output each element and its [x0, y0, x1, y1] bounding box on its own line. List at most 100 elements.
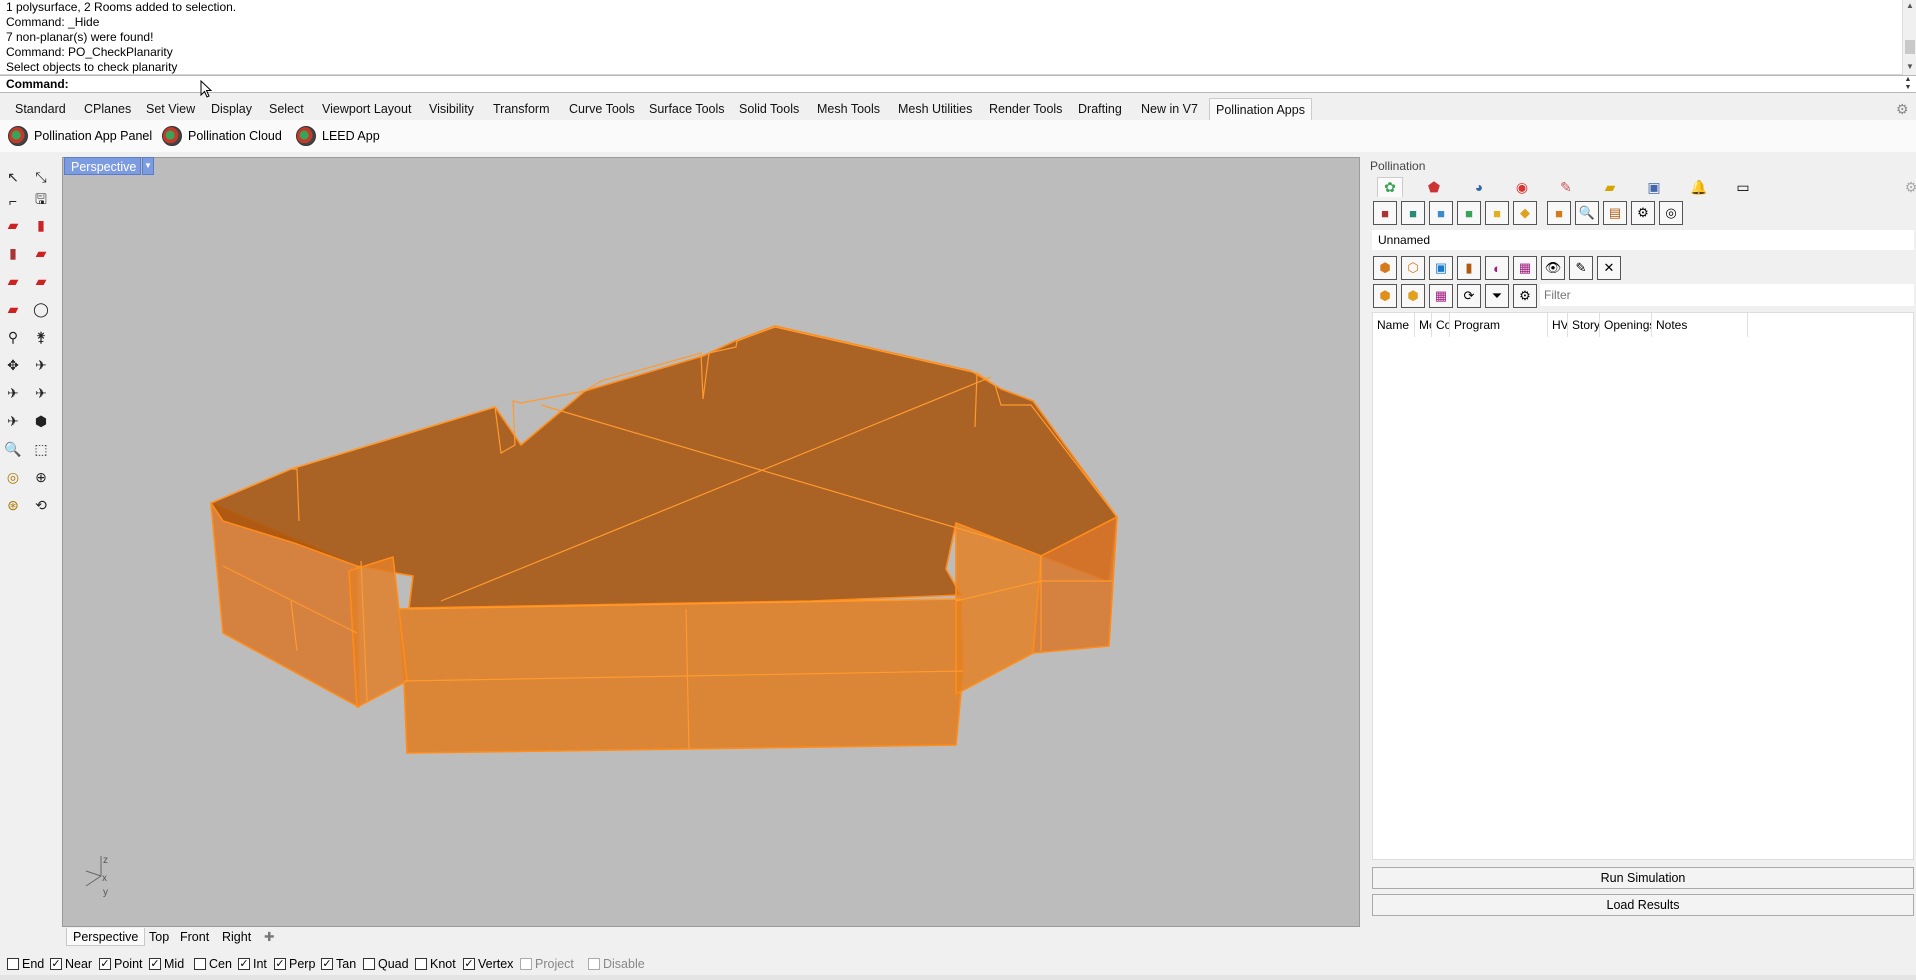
render-car-icon[interactable]: ▰ [2, 298, 24, 320]
viewport-tab-right[interactable]: Right [216, 928, 257, 946]
osnap-checkbox[interactable] [415, 958, 427, 970]
polyline-icon[interactable]: ⌐ [2, 190, 24, 212]
column-header-hvac[interactable]: HV [1548, 313, 1568, 337]
add-door-icon[interactable]: ▮ [1457, 256, 1481, 280]
airplane-icon[interactable]: ✈ [30, 382, 52, 404]
osnap-perp[interactable]: ✓ Perp [274, 956, 315, 972]
shade-icon[interactable]: ■ [1429, 201, 1453, 225]
render-car-icon[interactable]: ▮ [2, 242, 24, 264]
validate-icon[interactable]: 🔍 [1575, 201, 1599, 225]
osnap-checkbox[interactable]: ✓ [149, 958, 161, 970]
osnap-checkbox[interactable]: ✓ [50, 958, 62, 970]
osnap-int[interactable]: ✓ Int [238, 956, 267, 972]
column-header-name[interactable]: Name [1373, 313, 1415, 337]
construction-icon[interactable]: ■ [1457, 201, 1481, 225]
model-icon[interactable]: ■ [1547, 201, 1571, 225]
tab-pollination-apps[interactable]: Pollination Apps [1209, 98, 1312, 120]
pollination-cloud-button[interactable]: Pollination Cloud [162, 124, 282, 148]
visibility-icon[interactable]: 👁 [1541, 256, 1565, 280]
sphere-icon[interactable]: ◯ [30, 298, 52, 320]
osnap-checkbox[interactable]: ✓ [238, 958, 250, 970]
refresh-icon[interactable]: ⟳ [1457, 284, 1481, 308]
settings-icon[interactable]: ⚙ [1631, 201, 1655, 225]
osnap-knot[interactable]: Knot [415, 956, 456, 972]
zoom-window-icon[interactable]: ⬚ [30, 438, 52, 460]
globe-icon[interactable]: ◕ [1466, 177, 1492, 197]
zoom-selected-icon[interactable]: ◎ [2, 466, 24, 488]
filter-icon[interactable]: ⏷ [1485, 284, 1509, 308]
tab-mesh-tools[interactable]: Mesh Tools [811, 98, 886, 120]
viewport-tab-front[interactable]: Front [174, 928, 215, 946]
aperture-icon[interactable]: ■ [1401, 201, 1425, 225]
osnap-tan[interactable]: ✓ Tan [321, 956, 356, 972]
model-name-field[interactable]: Unnamed [1372, 230, 1914, 250]
room-outline-icon[interactable]: ⬢ [1401, 284, 1425, 308]
add-aperture-icon[interactable]: ▣ [1429, 256, 1453, 280]
tab-set-view[interactable]: Set View [140, 98, 201, 120]
command-line[interactable]: Command: ▲ ▼ [0, 75, 1916, 93]
osnap-vertex[interactable]: ✓ Vertex [463, 956, 513, 972]
add-viewport-icon[interactable]: ✚ [258, 928, 280, 946]
osnap-checkbox[interactable]: ✓ [274, 958, 286, 970]
airplane-icon[interactable]: ✈ [2, 410, 24, 432]
point-edit-icon[interactable]: ⤡ [30, 166, 52, 188]
render-car-icon[interactable]: ▰ [30, 242, 52, 264]
folder-icon[interactable]: ▰ [1597, 177, 1623, 197]
tab-select[interactable]: Select [263, 98, 310, 120]
render-car-icon[interactable]: ▰ [2, 270, 24, 292]
box-icon[interactable]: ⬢ [30, 410, 52, 432]
scrollbar-thumb[interactable] [1905, 40, 1915, 54]
render-car-icon[interactable]: ▰ [2, 214, 24, 236]
osnap-project[interactable]: Project [520, 956, 574, 972]
column-header-story[interactable]: Story [1568, 313, 1600, 337]
close-icon[interactable]: ✕ [1597, 256, 1621, 280]
brush-icon[interactable]: ✎ [1553, 177, 1579, 197]
edit-icon[interactable]: ✎ [1569, 256, 1593, 280]
filter-input[interactable] [1540, 284, 1914, 306]
osnap-point[interactable]: ✓ Point [99, 956, 143, 972]
column-header-program[interactable]: Program [1450, 313, 1548, 337]
osnap-checkbox[interactable] [363, 958, 375, 970]
rotate-view-icon[interactable]: ⊛ [2, 494, 24, 516]
command-spinner-icon[interactable]: ▲ ▼ [1902, 76, 1914, 92]
tab-drafting[interactable]: Drafting [1072, 98, 1128, 120]
render-car-icon[interactable]: ▰ [30, 270, 52, 292]
tab-transform[interactable]: Transform [487, 98, 556, 120]
osnap-end[interactable]: End [7, 956, 44, 972]
tab-solid-tools[interactable]: Solid Tools [733, 98, 805, 120]
helicopter-icon[interactable]: ⚵ [30, 326, 52, 348]
load-results-button[interactable]: Load Results [1372, 894, 1914, 916]
osnap-checkbox[interactable] [520, 958, 532, 970]
crosshair-icon[interactable]: ⊕ [30, 466, 52, 488]
room-icon[interactable]: ■ [1373, 201, 1397, 225]
tab-visibility[interactable]: Visibility [423, 98, 480, 120]
osnap-quad[interactable]: Quad [363, 956, 409, 972]
rooms-table[interactable]: Name Mc Co Program HV Story Openings Not… [1372, 312, 1914, 860]
tab-surface-tools[interactable]: Surface Tools [643, 98, 731, 120]
tab-render-tools[interactable]: Render Tools [983, 98, 1068, 120]
monitor-icon[interactable]: ▭ [1730, 177, 1756, 197]
osnap-checkbox[interactable]: ✓ [321, 958, 333, 970]
osnap-disable[interactable]: Disable [588, 956, 645, 972]
viewport-tab-perspective[interactable]: Perspective [66, 928, 146, 946]
pollination-tab-icon[interactable]: ✿ [1377, 177, 1403, 197]
leed-app-button[interactable]: LEED App [296, 124, 380, 148]
add-shade-icon[interactable]: ◐ [1485, 256, 1509, 280]
perspective-viewport[interactable]: x y z [62, 157, 1360, 927]
tab-standard[interactable]: Standard [9, 98, 72, 120]
about-icon[interactable]: ◎ [1659, 201, 1683, 225]
pollination-app-panel-button[interactable]: Pollination App Panel [8, 124, 152, 148]
run-simulation-button[interactable]: Run Simulation [1372, 867, 1914, 889]
bell-icon[interactable]: 🔔 [1686, 177, 1712, 197]
viewport-title[interactable]: Perspective [64, 157, 142, 175]
program-icon[interactable]: ■ [1485, 201, 1509, 225]
image-icon[interactable]: ▣ [1641, 177, 1667, 197]
add-room-icon[interactable]: ⬢ [1373, 256, 1397, 280]
tab-mesh-utilities[interactable]: Mesh Utilities [892, 98, 978, 120]
zoom-extents-icon[interactable]: ⟲ [30, 494, 52, 516]
scroll-down-icon[interactable]: ▼ [1903, 62, 1916, 71]
gear-icon[interactable]: ⚙ [1896, 101, 1912, 117]
tab-new-in-v7[interactable]: New in V7 [1135, 98, 1204, 120]
add-room-icon[interactable]: ⬡ [1401, 256, 1425, 280]
viewport-menu-chevron-down-icon[interactable]: ▼ [142, 157, 154, 175]
